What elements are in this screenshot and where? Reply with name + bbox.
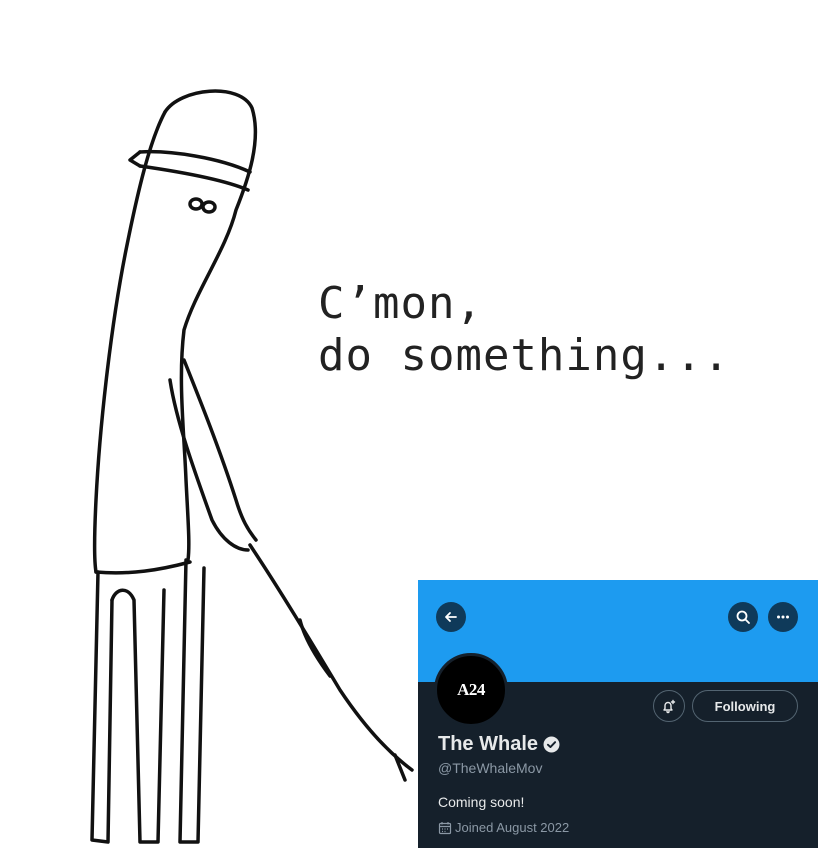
caption-line-1: C’mon, bbox=[318, 278, 483, 329]
profile-card: A24 Following The Whale @TheWhaleMov Com… bbox=[418, 580, 818, 848]
joined-text: Joined August 2022 bbox=[455, 820, 570, 835]
calendar-icon bbox=[438, 821, 452, 834]
back-button[interactable] bbox=[436, 602, 466, 632]
bell-plus-icon bbox=[663, 699, 676, 714]
caption-line-2: do something... bbox=[318, 330, 731, 381]
name-row: The Whale bbox=[438, 733, 560, 756]
avatar-logo-text: A24 bbox=[457, 680, 485, 699]
display-name: The Whale bbox=[438, 733, 539, 755]
bio: Coming soon! bbox=[438, 794, 525, 810]
more-horizontal-icon bbox=[777, 615, 789, 619]
meme-caption: C’mon, do something... bbox=[318, 278, 730, 382]
following-button[interactable]: Following bbox=[692, 690, 798, 722]
search-button[interactable] bbox=[728, 602, 758, 632]
notifications-button[interactable] bbox=[653, 690, 685, 722]
avatar[interactable]: A24 bbox=[434, 653, 508, 727]
joined-date: Joined August 2022 bbox=[438, 820, 569, 835]
search-icon bbox=[736, 610, 750, 624]
more-button[interactable] bbox=[768, 602, 798, 632]
handle: @TheWhaleMov bbox=[438, 760, 543, 776]
verified-badge-icon bbox=[543, 736, 560, 753]
arrow-left-icon bbox=[445, 612, 457, 622]
